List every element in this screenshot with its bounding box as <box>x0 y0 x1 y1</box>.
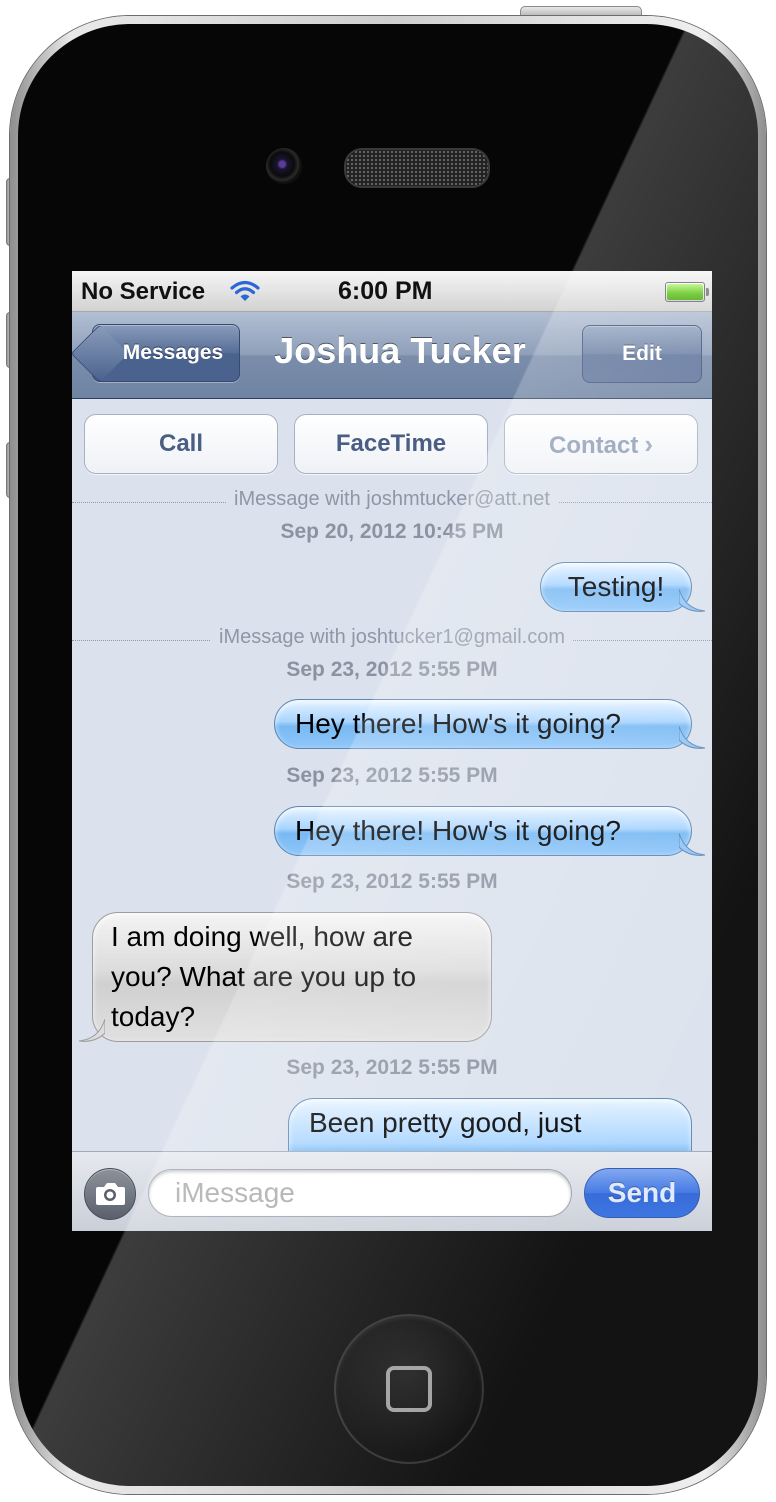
back-button[interactable]: Messages <box>72 324 240 383</box>
battery-icon <box>665 282 709 302</box>
message-input[interactable] <box>148 1169 572 1217</box>
timestamp: Sep 23, 2012 5:55 PM <box>286 764 498 787</box>
send-button[interactable]: Send <box>584 1168 700 1218</box>
back-button-label: Messages <box>122 341 224 364</box>
section-header: iMessage with joshmtucker@att.net <box>72 488 712 511</box>
page-title: Joshua Tucker <box>274 330 526 371</box>
status-bar: No Service 6:00 PM <box>72 271 712 312</box>
call-button[interactable]: Call <box>84 414 278 474</box>
clock: 6:00 PM <box>338 277 433 305</box>
screen: No Service 6:00 PM Messages Joshua Tucke… <box>72 271 712 1231</box>
message-text: I am doing well, how are you? What are y… <box>111 921 417 1032</box>
home-button[interactable] <box>334 1314 484 1464</box>
camera-button[interactable] <box>84 1168 136 1220</box>
section-header: iMessage with joshtucker1@gmail.com <box>72 626 712 649</box>
carrier-label: No Service <box>81 278 206 305</box>
contact-button-label: Contact <box>548 432 639 459</box>
timestamp: Sep 23, 2012 5:55 PM <box>286 1056 498 1079</box>
message-text: Been pretty good, just <box>309 1107 582 1138</box>
outgoing-message-bubble[interactable]: Hey there! How's it going? <box>274 806 705 856</box>
earpiece-speaker <box>344 148 490 188</box>
message-input-bar: Send <box>72 1151 712 1231</box>
home-square-icon <box>386 1366 432 1412</box>
navigation-bar: Messages Joshua Tucker Edit <box>72 312 712 399</box>
message-text: Testing! <box>567 571 665 602</box>
message-text: Hey there! How's it going? <box>295 708 621 739</box>
contact-button[interactable]: Contact › <box>504 414 698 474</box>
battery-fill <box>667 284 703 300</box>
camera-icon <box>96 1183 125 1205</box>
outgoing-message-bubble[interactable]: Been pretty good, just <box>288 1098 692 1151</box>
conversation-view[interactable]: Call FaceTime Contact › iMessage with jos… <box>72 399 712 1151</box>
message-text: Hey there! How's it going? <box>295 815 621 846</box>
chevron-right-icon: › <box>644 429 653 459</box>
timestamp: Sep 20, 2012 10:45 PM <box>280 520 504 543</box>
outgoing-message-bubble[interactable]: Testing! <box>540 562 705 612</box>
facetime-button[interactable]: FaceTime <box>294 414 488 474</box>
outgoing-message-bubble[interactable]: Hey there! How's it going? <box>274 699 705 749</box>
timestamp: Sep 23, 2012 5:55 PM <box>286 658 498 681</box>
front-camera-icon <box>266 148 302 184</box>
wifi-icon <box>230 280 260 301</box>
edit-button[interactable]: Edit <box>582 325 702 383</box>
incoming-message-bubble[interactable]: I am doing well, how are you? What are y… <box>79 912 492 1042</box>
timestamp: Sep 23, 2012 5:55 PM <box>286 870 498 893</box>
